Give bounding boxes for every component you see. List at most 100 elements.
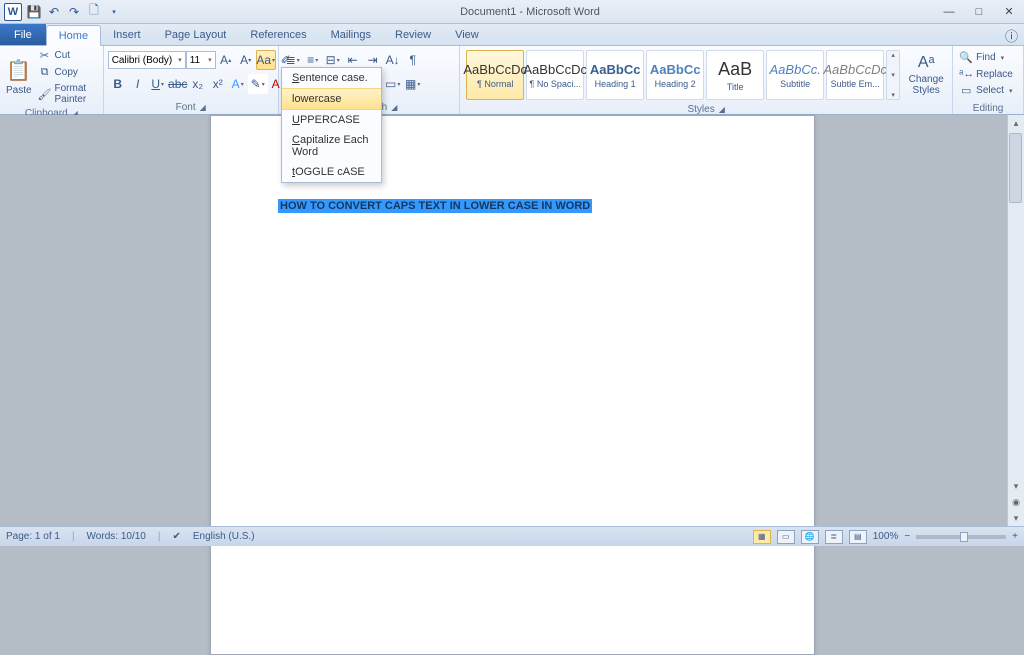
style-subtitle[interactable]: AaBbCc.Subtitle [766, 50, 824, 100]
shrink-font-button[interactable]: A▾ [236, 50, 256, 70]
ribbon-tabs: File Home Insert Page Layout References … [0, 24, 1024, 46]
copy-icon: ⧉ [38, 66, 52, 79]
grow-font-button[interactable]: A▴ [216, 50, 236, 70]
document-page[interactable]: HOW TO CONVERT CAPS TEXT IN LOWER CASE I… [210, 115, 815, 655]
select-icon: ▭ [959, 84, 973, 97]
view-outline[interactable]: ≣ [825, 530, 843, 544]
status-bar: Page: 1 of 1 | Words: 10/10 | ✔ English … [0, 526, 1024, 546]
strikethrough-button[interactable]: abc [168, 74, 188, 94]
close-button[interactable]: ✕ [994, 1, 1024, 23]
tab-page-layout[interactable]: Page Layout [153, 24, 239, 45]
maximize-button[interactable]: □ [964, 1, 994, 23]
status-page[interactable]: Page: 1 of 1 [6, 531, 60, 542]
scroll-up-icon[interactable]: ▴ [1008, 115, 1024, 131]
zoom-in-button[interactable]: + [1012, 531, 1018, 542]
status-language[interactable]: English (U.S.) [193, 531, 255, 542]
change-case-uppercase[interactable]: UPPERCASE [282, 110, 381, 130]
vertical-scrollbar[interactable]: ▴ ▾ ◉ ▾ [1007, 115, 1024, 526]
scroll-down-icon[interactable]: ▾ [1008, 478, 1024, 494]
cut-button[interactable]: ✂Cut [36, 48, 99, 63]
font-launcher-icon[interactable]: ◢ [200, 103, 206, 112]
browse-prev-icon[interactable]: ◉ [1008, 494, 1024, 510]
italic-button[interactable]: I [128, 74, 148, 94]
text-effects-button[interactable]: A▾ [228, 74, 248, 94]
change-case-lowercase[interactable]: lowercase [282, 88, 381, 110]
font-size-combo[interactable]: 11▾ [186, 51, 216, 69]
paste-label: Paste [6, 85, 32, 96]
change-case-toggle[interactable]: tOGGLE cASE [282, 162, 381, 182]
group-editing: 🔍Find▾ ᵃ↔Replace ▭Select▾ Editing [953, 46, 1024, 114]
font-group-label: Font [176, 102, 196, 113]
cut-icon: ✂ [38, 49, 52, 62]
change-styles-button[interactable]: Aᵃ Change Styles [904, 49, 948, 101]
find-button[interactable]: 🔍Find▾ [957, 50, 1006, 65]
zoom-knob[interactable] [960, 532, 968, 542]
style-subtle-em[interactable]: AaBbCcDcSubtle Em... [826, 50, 884, 100]
tab-mailings[interactable]: Mailings [319, 24, 383, 45]
paste-button[interactable]: 📋 Paste [4, 51, 34, 103]
copy-button[interactable]: ⧉Copy [36, 65, 99, 80]
style-title[interactable]: AaBTitle [706, 50, 764, 100]
qat-customize-icon[interactable]: ▾ [106, 4, 122, 20]
view-print-layout[interactable]: ▦ [753, 530, 771, 544]
status-proof-icon[interactable]: ✔ [172, 531, 180, 542]
file-tab[interactable]: File [0, 24, 46, 45]
style-heading-2[interactable]: AaBbCcHeading 2 [646, 50, 704, 100]
qat-redo-button[interactable]: ↷ [66, 4, 82, 20]
underline-button[interactable]: U▾ [148, 74, 168, 94]
style-normal[interactable]: AaBbCcDc¶ Normal [466, 50, 524, 100]
bold-button[interactable]: B [108, 74, 128, 94]
paste-icon: 📋 [6, 58, 31, 83]
help-icon[interactable]: ⓘ [1005, 26, 1018, 45]
qat-new-button[interactable]: 🗋 [86, 4, 102, 20]
view-web[interactable]: 🌐 [801, 530, 819, 544]
group-clipboard: 📋 Paste ✂Cut ⧉Copy 🖌Format Painter Clipb… [0, 46, 104, 114]
highlight-button[interactable]: ✎▾ [248, 74, 268, 94]
styles-gallery[interactable]: AaBbCcDc¶ Normal AaBbCcDc¶ No Spaci... A… [464, 48, 902, 102]
view-full-screen[interactable]: ▭ [777, 530, 795, 544]
qat-undo-button[interactable]: ↶ [46, 4, 62, 20]
change-case-menu: Sentence case. lowercase UPPERCASE Capit… [281, 67, 382, 183]
style-heading-1[interactable]: AaBbCcHeading 1 [586, 50, 644, 100]
view-draft[interactable]: ▤ [849, 530, 867, 544]
browse-next-icon[interactable]: ▾ [1008, 510, 1024, 526]
minimize-button[interactable]: — [934, 1, 964, 23]
styles-scroll[interactable]: ▴▾▾ [886, 50, 900, 100]
change-case-sentence[interactable]: Sentence case. [282, 68, 381, 88]
tab-review[interactable]: Review [383, 24, 443, 45]
quick-access-toolbar: W 💾 ↶ ↷ 🗋 ▾ [0, 3, 126, 21]
tab-view[interactable]: View [443, 24, 491, 45]
styles-launcher-icon[interactable]: ◢ [719, 105, 725, 114]
borders-button[interactable]: ▦▾ [403, 74, 423, 94]
format-painter-icon: 🖌 [38, 88, 52, 101]
scroll-thumb[interactable] [1009, 133, 1022, 203]
show-marks-button[interactable]: ¶ [403, 50, 423, 70]
selected-text[interactable]: HOW TO CONVERT CAPS TEXT IN LOWER CASE I… [278, 199, 592, 213]
status-words[interactable]: Words: 10/10 [87, 531, 146, 542]
tab-references[interactable]: References [238, 24, 318, 45]
styles-group-label: Styles [687, 104, 714, 115]
sort-button[interactable]: A↓ [383, 50, 403, 70]
group-font: Calibri (Body)▾ 11▾ A▴ A▾ Aa▾ ✐ B I U▾ a… [104, 46, 279, 114]
format-painter-button[interactable]: 🖌Format Painter [36, 82, 99, 106]
font-name-combo[interactable]: Calibri (Body)▾ [108, 51, 186, 69]
change-styles-icon: Aᵃ [918, 54, 935, 72]
tab-insert[interactable]: Insert [101, 24, 153, 45]
subscript-button[interactable]: x₂ [188, 74, 208, 94]
change-case-capitalize[interactable]: Capitalize Each Word [282, 130, 381, 162]
tab-home[interactable]: Home [46, 25, 101, 46]
change-case-button[interactable]: Aa▾ [256, 50, 276, 70]
zoom-slider[interactable] [916, 535, 1006, 539]
paragraph-launcher-icon[interactable]: ◢ [391, 103, 397, 112]
window-controls: — □ ✕ [934, 1, 1024, 23]
zoom-level[interactable]: 100% [873, 531, 899, 542]
shading-button[interactable]: ▭▾ [383, 74, 403, 94]
style-no-spacing[interactable]: AaBbCcDc¶ No Spaci... [526, 50, 584, 100]
replace-button[interactable]: ᵃ↔Replace [957, 67, 1015, 81]
zoom-out-button[interactable]: − [904, 531, 910, 542]
find-icon: 🔍 [959, 51, 973, 64]
superscript-button[interactable]: x² [208, 74, 228, 94]
qat-save-button[interactable]: 💾 [26, 4, 42, 20]
window-title: Document1 - Microsoft Word [126, 6, 934, 18]
select-button[interactable]: ▭Select▾ [957, 83, 1014, 98]
